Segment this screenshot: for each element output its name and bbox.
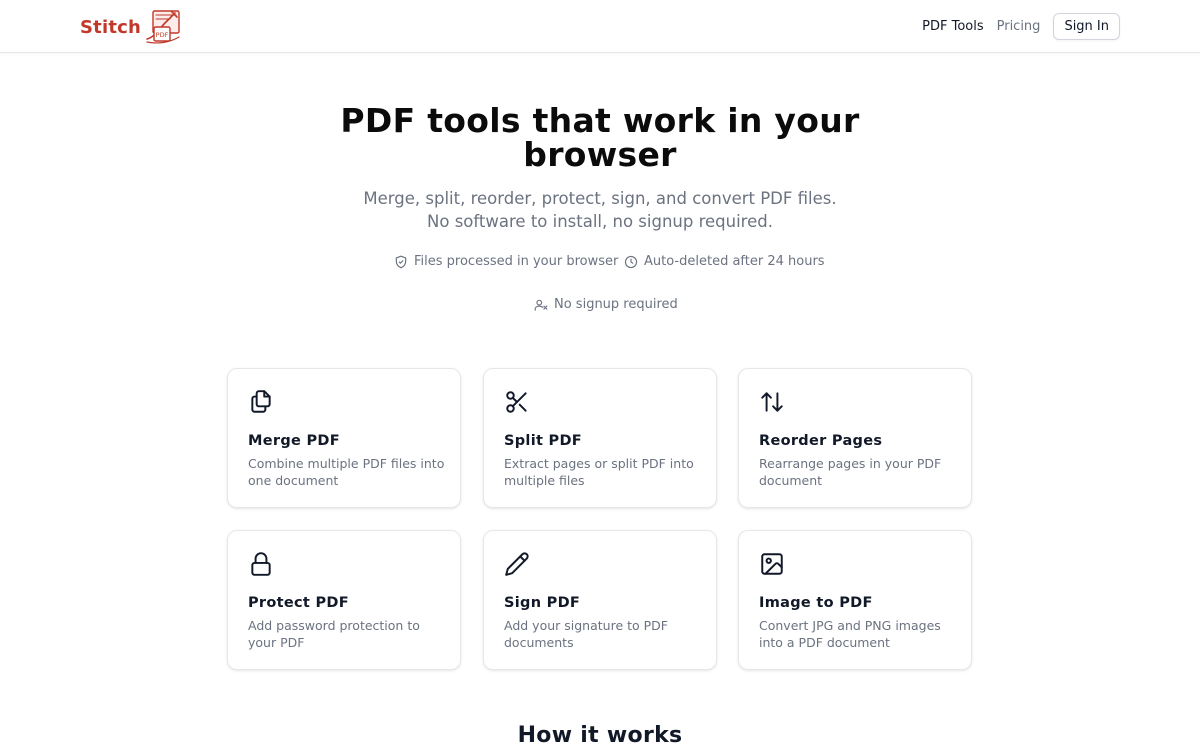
- card-description: Add your signature to PDF documents: [504, 618, 668, 650]
- feature-no-signup: No signup required: [534, 297, 678, 312]
- nav-pdf-tools[interactable]: PDF Tools: [922, 19, 983, 34]
- main-nav: PDF Tools Pricing Sign In: [922, 13, 1120, 40]
- card-description: Extract pages or split PDF into multiple…: [504, 456, 694, 488]
- feature-browser-processing: Files processed in your browser: [394, 254, 618, 269]
- files-icon: [251, 390, 271, 413]
- card-title: Protect PDF: [248, 595, 349, 611]
- scissors-icon: [506, 391, 527, 413]
- feature-label: No signup required: [554, 297, 678, 312]
- hero-title: PDF tools that work in your browser: [340, 101, 860, 174]
- hero-subtitle: Merge, split, reorder, protect, sign, an…: [300, 187, 900, 233]
- tool-card-merge-pdf[interactable]: Merge PDF Combine multiple PDF files int…: [227, 368, 461, 508]
- feature-label: Files processed in your browser: [414, 254, 619, 269]
- card-title: Split PDF: [504, 433, 583, 449]
- card-title: Image to PDF: [759, 595, 873, 611]
- tool-card-split-pdf[interactable]: Split PDF Extract pages or split PDF int…: [483, 368, 717, 508]
- card-icon-wrapper: [759, 389, 785, 415]
- card-description: Add password protection to your PDF: [248, 618, 420, 650]
- hero-subtitle-line2: No software to install, no signup requir…: [427, 212, 773, 231]
- card-title: Merge PDF: [248, 433, 340, 449]
- hero-subtitle-line1: Merge, split, reorder, protect, sign, an…: [363, 189, 837, 208]
- nav-pricing[interactable]: Pricing: [997, 19, 1041, 34]
- card-icon-wrapper: [248, 389, 274, 415]
- card-icon-wrapper: [504, 389, 530, 415]
- pdf-stitch-logo-icon: PDF: [146, 10, 180, 44]
- lock-icon: [251, 552, 271, 576]
- tool-card-sign-pdf[interactable]: Sign PDF Add your signature to PDF docum…: [483, 530, 717, 670]
- site-header: Stitch PDF PDF Tools Pricing Sign In: [0, 0, 1200, 53]
- card-description: Convert JPG and PNG images into a PDF do…: [759, 618, 941, 650]
- shield-check-icon: [395, 255, 407, 268]
- feature-auto-delete: Auto-deleted after 24 hours: [624, 254, 825, 269]
- user-x-icon: [534, 299, 548, 311]
- tool-card-reorder-pages[interactable]: Reorder Pages Rearrange pages in your PD…: [738, 368, 972, 508]
- arrows-up-down-icon: [761, 392, 783, 412]
- how-it-works-title: How it works: [517, 723, 683, 748]
- tool-card-protect-pdf[interactable]: Protect PDF Add password protection to y…: [227, 530, 461, 670]
- pen-icon: [505, 552, 529, 576]
- sign-in-button[interactable]: Sign In: [1053, 13, 1120, 40]
- tool-card-image-to-pdf[interactable]: Image to PDF Convert JPG and PNG images …: [738, 530, 972, 670]
- card-description: Rearrange pages in your PDF document: [759, 456, 942, 488]
- card-icon-wrapper: [248, 551, 274, 577]
- card-description: Combine multiple PDF files into one docu…: [248, 456, 445, 488]
- logo-mark-text: PDF: [156, 31, 169, 39]
- card-title: Sign PDF: [504, 595, 581, 611]
- image-icon: [761, 553, 783, 575]
- card-title: Reorder Pages: [759, 433, 883, 449]
- clock-icon: [624, 255, 638, 268]
- card-icon-wrapper: [759, 551, 785, 577]
- logo-link[interactable]: Stitch PDF: [80, 9, 183, 45]
- feature-label: Auto-deleted after 24 hours: [644, 254, 825, 269]
- brand-name: Stitch: [80, 16, 142, 38]
- card-icon-wrapper: [504, 551, 530, 577]
